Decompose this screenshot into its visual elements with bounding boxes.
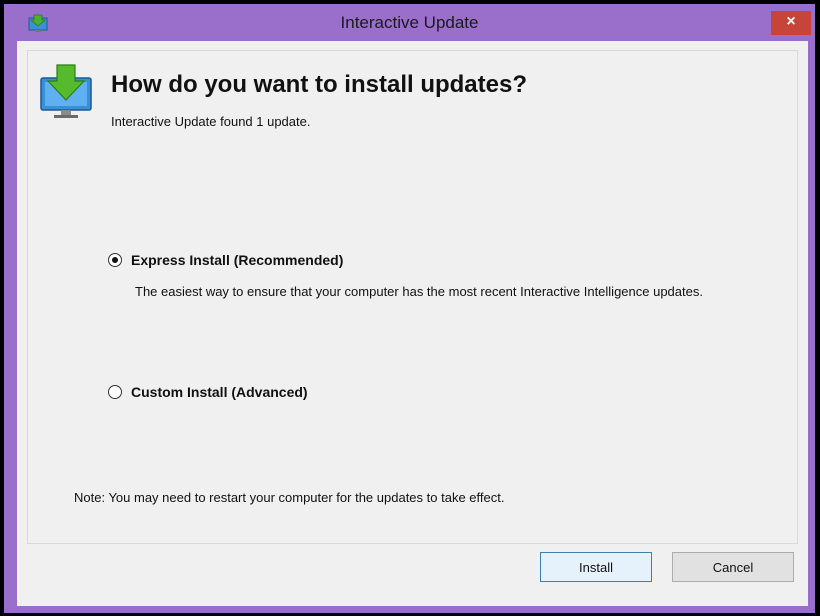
- monitor-download-icon: [40, 64, 92, 118]
- custom-install-radio[interactable]: [108, 385, 122, 399]
- window-title: Interactive Update: [340, 13, 479, 32]
- content-panel: How do you want to install updates? Inte…: [27, 50, 798, 544]
- express-install-label: Express Install (Recommended): [131, 252, 344, 268]
- title-bar[interactable]: Interactive Update ×: [4, 4, 815, 40]
- page-title: How do you want to install updates?: [111, 71, 528, 98]
- express-install-option[interactable]: Express Install (Recommended): [108, 252, 343, 268]
- express-install-radio[interactable]: [108, 253, 122, 267]
- custom-install-label: Custom Install (Advanced): [131, 384, 308, 400]
- install-button[interactable]: Install: [540, 552, 652, 582]
- dialog-client-area: How do you want to install updates? Inte…: [17, 41, 808, 606]
- dialog-window: Interactive Update × How do you want to …: [4, 4, 815, 613]
- express-install-description: The easiest way to ensure that your comp…: [135, 284, 703, 299]
- update-count-text: Interactive Update found 1 update.: [111, 114, 311, 129]
- cancel-button[interactable]: Cancel: [672, 552, 794, 582]
- restart-note: Note: You may need to restart your compu…: [74, 490, 505, 505]
- custom-install-option[interactable]: Custom Install (Advanced): [108, 384, 308, 400]
- close-button[interactable]: ×: [771, 11, 811, 35]
